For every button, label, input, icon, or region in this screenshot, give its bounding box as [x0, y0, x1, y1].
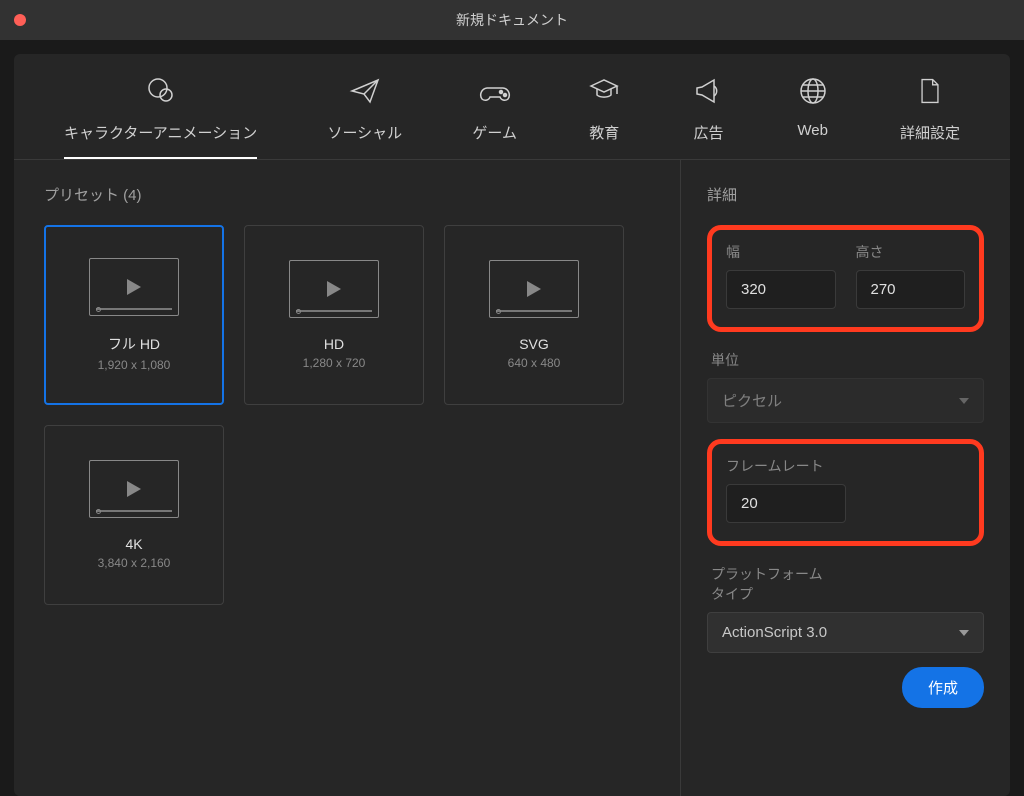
preset-dimensions: 3,840 x 2,160 — [98, 556, 171, 570]
video-thumb-icon — [289, 260, 379, 318]
megaphone-icon — [691, 74, 725, 108]
tab-label: 教育 — [589, 122, 619, 143]
preset-dimensions: 1,920 x 1,080 — [98, 358, 171, 372]
gamepad-icon — [478, 74, 512, 108]
category-tabs: キャラクターアニメーション ソーシャル ゲーム 教育 広告 — [14, 54, 1010, 160]
preset-4k[interactable]: 4K 3,840 x 2,160 — [44, 425, 224, 605]
preset-dimensions: 1,280 x 720 — [303, 356, 366, 370]
tab-education[interactable]: 教育 — [587, 74, 621, 159]
presets-panel: プリセット (4) フル HD 1,920 x 1,080 HD 1,280 x… — [14, 160, 680, 796]
framerate-label: フレームレート — [726, 456, 836, 476]
dialog-content: プリセット (4) フル HD 1,920 x 1,080 HD 1,280 x… — [14, 160, 1010, 796]
tab-advanced[interactable]: 詳細設定 — [900, 74, 960, 159]
platform-label: プラットフォームタイプ — [711, 564, 831, 604]
tab-social[interactable]: ソーシャル — [327, 74, 402, 159]
details-heading: 詳細 — [707, 184, 984, 205]
framerate-highlight: フレームレート — [707, 439, 984, 546]
preset-name: SVG — [519, 336, 549, 352]
tab-web[interactable]: Web — [796, 74, 830, 159]
tab-character-animation[interactable]: キャラクターアニメーション — [64, 74, 257, 159]
preset-name: フル HD — [108, 334, 160, 354]
details-panel: 詳細 幅 高さ 単位 ピクセル フレー — [680, 160, 1010, 796]
close-icon[interactable] — [14, 14, 26, 26]
units-select: ピクセル — [707, 378, 984, 423]
tab-label: 広告 — [693, 122, 723, 143]
globe-icon — [796, 74, 830, 108]
height-label: 高さ — [856, 242, 966, 262]
framerate-input[interactable] — [726, 484, 846, 523]
character-animation-icon — [144, 74, 178, 108]
width-label: 幅 — [726, 242, 836, 262]
tab-label: Web — [797, 122, 828, 139]
window-title: 新規ドキュメント — [0, 10, 1024, 30]
preset-name: HD — [324, 336, 344, 352]
titlebar: 新規ドキュメント — [0, 0, 1024, 40]
tab-label: ソーシャル — [327, 122, 402, 143]
document-icon — [913, 74, 947, 108]
paper-plane-icon — [348, 74, 382, 108]
preset-hd[interactable]: HD 1,280 x 720 — [244, 225, 424, 405]
tab-ads[interactable]: 広告 — [691, 74, 725, 159]
width-input[interactable] — [726, 270, 836, 309]
dimensions-highlight: 幅 高さ — [707, 225, 984, 332]
presets-grid: フル HD 1,920 x 1,080 HD 1,280 x 720 SVG 6… — [44, 225, 656, 605]
preset-svg[interactable]: SVG 640 x 480 — [444, 225, 624, 405]
units-label: 単位 — [711, 350, 984, 370]
video-thumb-icon — [89, 460, 179, 518]
create-button[interactable]: 作成 — [902, 667, 984, 708]
height-input[interactable] — [856, 270, 966, 309]
preset-full-hd[interactable]: フル HD 1,920 x 1,080 — [44, 225, 224, 405]
tab-game[interactable]: ゲーム — [472, 74, 517, 159]
video-thumb-icon — [489, 260, 579, 318]
platform-select[interactable]: ActionScript 3.0 — [707, 612, 984, 653]
preset-dimensions: 640 x 480 — [508, 356, 561, 370]
chevron-down-icon — [959, 398, 969, 404]
graduation-cap-icon — [587, 74, 621, 108]
platform-value: ActionScript 3.0 — [722, 624, 827, 641]
units-value: ピクセル — [722, 390, 782, 411]
presets-heading: プリセット (4) — [44, 184, 656, 205]
tab-label: 詳細設定 — [900, 122, 960, 143]
tab-label: キャラクターアニメーション — [64, 122, 257, 143]
new-document-dialog: キャラクターアニメーション ソーシャル ゲーム 教育 広告 — [14, 54, 1010, 796]
video-thumb-icon — [89, 258, 179, 316]
tab-label: ゲーム — [472, 122, 517, 143]
preset-name: 4K — [125, 536, 142, 552]
chevron-down-icon — [959, 630, 969, 636]
